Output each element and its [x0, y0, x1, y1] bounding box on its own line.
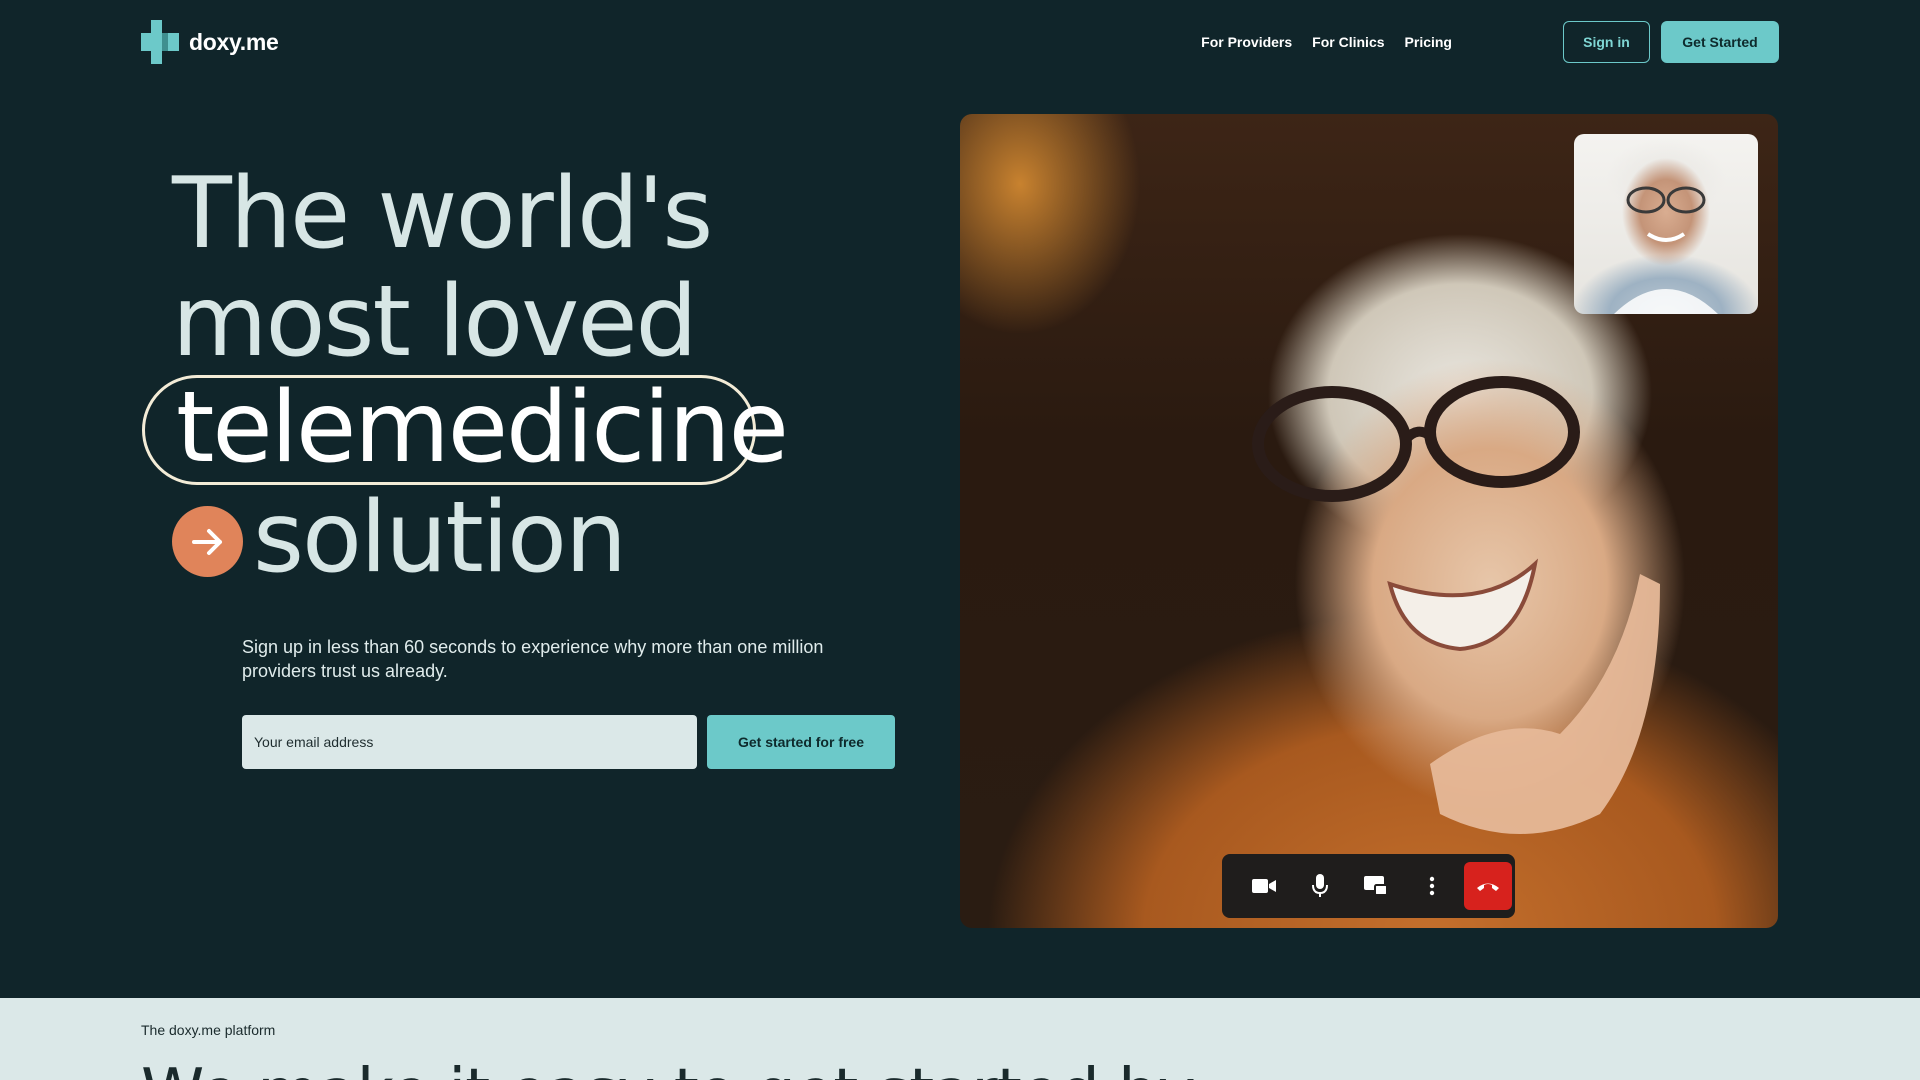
headline-line-3: telemedicine	[176, 371, 789, 485]
logo-text: doxy.me	[189, 28, 279, 55]
headline-line-2: most loved	[172, 265, 698, 379]
call-controls-bar	[1222, 854, 1515, 918]
nav-pricing[interactable]: Pricing	[1405, 34, 1452, 50]
main-nav: For Providers For Clinics Pricing	[1201, 34, 1452, 50]
headline-line-1: The world's	[172, 157, 713, 271]
sign-in-button[interactable]: Sign in	[1563, 21, 1650, 63]
logo[interactable]: doxy.me	[141, 20, 279, 64]
nav-for-clinics[interactable]: For Clinics	[1312, 34, 1384, 50]
nav-for-providers[interactable]: For Providers	[1201, 34, 1292, 50]
hero-subtext: Sign up in less than 60 seconds to exper…	[242, 637, 824, 681]
doctor-thumbnail-image	[1574, 134, 1758, 314]
arrow-right-icon	[172, 506, 243, 577]
end-call-icon[interactable]	[1464, 862, 1512, 910]
microphone-icon[interactable]	[1292, 862, 1348, 910]
get-started-button[interactable]: Get Started	[1661, 21, 1779, 63]
platform-section: The doxy.me platform We make it easy to …	[0, 998, 1920, 1080]
email-input[interactable]	[242, 715, 697, 769]
doxy-cross-logo-icon	[141, 20, 181, 64]
platform-heading: We make it easy to get started by	[141, 1056, 1196, 1080]
screen-share-icon[interactable]	[1348, 862, 1404, 910]
camera-icon[interactable]	[1236, 862, 1292, 910]
more-vertical-icon[interactable]	[1404, 862, 1460, 910]
get-started-free-button[interactable]: Get started for free	[707, 715, 895, 769]
landing-page: doxy.me For Providers For Clinics Pricin…	[0, 0, 1920, 1080]
headline-line-4: solution	[253, 481, 627, 595]
platform-label: The doxy.me platform	[141, 1022, 276, 1038]
